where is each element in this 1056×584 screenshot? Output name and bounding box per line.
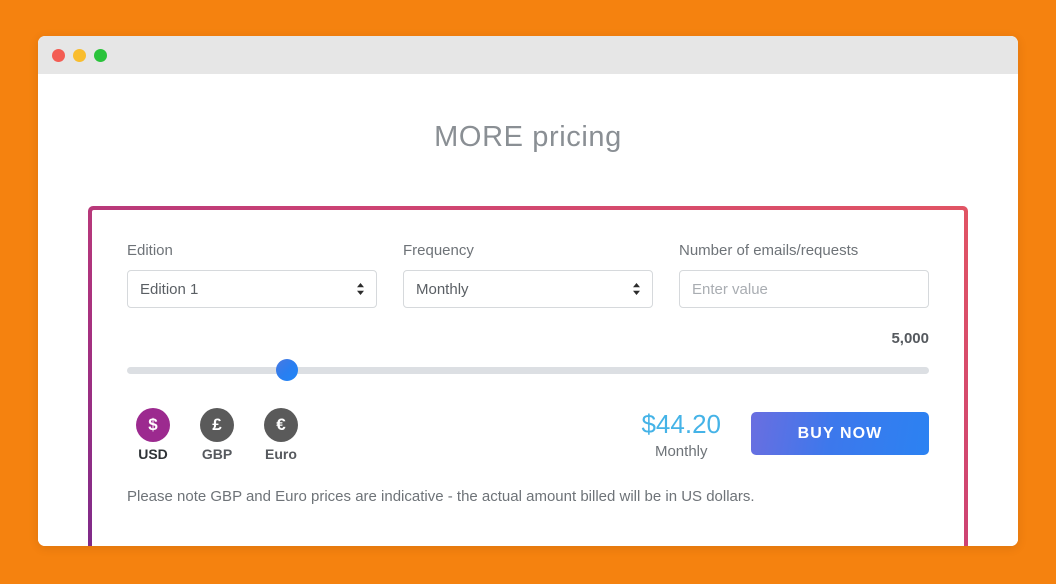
- price-period: Monthly: [654, 442, 708, 460]
- quantity-slider[interactable]: [127, 359, 929, 381]
- currency-selector: $ USD £ GBP € Euro: [127, 408, 307, 462]
- frequency-select[interactable]: Monthly: [403, 270, 653, 308]
- edition-label: Edition: [127, 242, 173, 259]
- currency-option-usd[interactable]: $ USD: [127, 408, 179, 462]
- minimize-button[interactable]: [73, 48, 86, 62]
- emails-field: Number of emails/requests: [679, 242, 929, 308]
- dollar-icon: $: [136, 408, 170, 442]
- edition-field: Edition Edition 1: [127, 242, 377, 308]
- frequency-label: Frequency: [403, 242, 474, 259]
- edition-select[interactable]: Edition 1: [127, 270, 377, 308]
- currency-option-euro[interactable]: € Euro: [255, 408, 307, 462]
- currency-label: USD: [138, 446, 168, 462]
- price-amount: $44.20: [641, 409, 721, 439]
- price-display: $44.20 Monthly: [641, 408, 721, 460]
- pricing-form-row: Edition Edition 1 Frequency Monthly Numb…: [127, 242, 929, 308]
- slider-thumb[interactable]: [276, 359, 299, 381]
- browser-window: MORE pricing Edition Edition 1 Frequency…: [38, 36, 1018, 546]
- buy-now-button[interactable]: BUY NOW: [751, 412, 929, 455]
- window-titlebar: [38, 36, 1018, 74]
- currency-label: GBP: [201, 446, 233, 462]
- close-button[interactable]: [52, 48, 65, 62]
- pricing-calculator-body: Edition Edition 1 Frequency Monthly Numb…: [92, 210, 964, 546]
- euro-icon: €: [264, 408, 298, 442]
- emails-input[interactable]: [679, 270, 929, 308]
- edition-select-wrap: Edition 1: [127, 270, 377, 308]
- maximize-button[interactable]: [94, 48, 107, 62]
- pound-icon: £: [200, 408, 234, 442]
- currency-option-gbp[interactable]: £ GBP: [191, 408, 243, 462]
- pricing-calculator-panel: Edition Edition 1 Frequency Monthly Numb…: [88, 206, 968, 546]
- frequency-select-wrap: Monthly: [403, 270, 653, 308]
- slider-value-label: 5,000: [891, 330, 929, 347]
- page-content: MORE pricing Edition Edition 1 Frequency…: [38, 74, 1018, 546]
- slider-track[interactable]: [127, 367, 929, 374]
- frequency-field: Frequency Monthly: [403, 242, 653, 308]
- pricing-footnote: Please note GBP and Euro prices are indi…: [127, 488, 755, 505]
- currency-label: Euro: [265, 446, 297, 462]
- payment-row: $ USD £ GBP € Euro $44.20 Monthly BUY NO…: [127, 408, 929, 462]
- page-title: MORE pricing: [434, 121, 622, 153]
- emails-label: Number of emails/requests: [679, 242, 859, 259]
